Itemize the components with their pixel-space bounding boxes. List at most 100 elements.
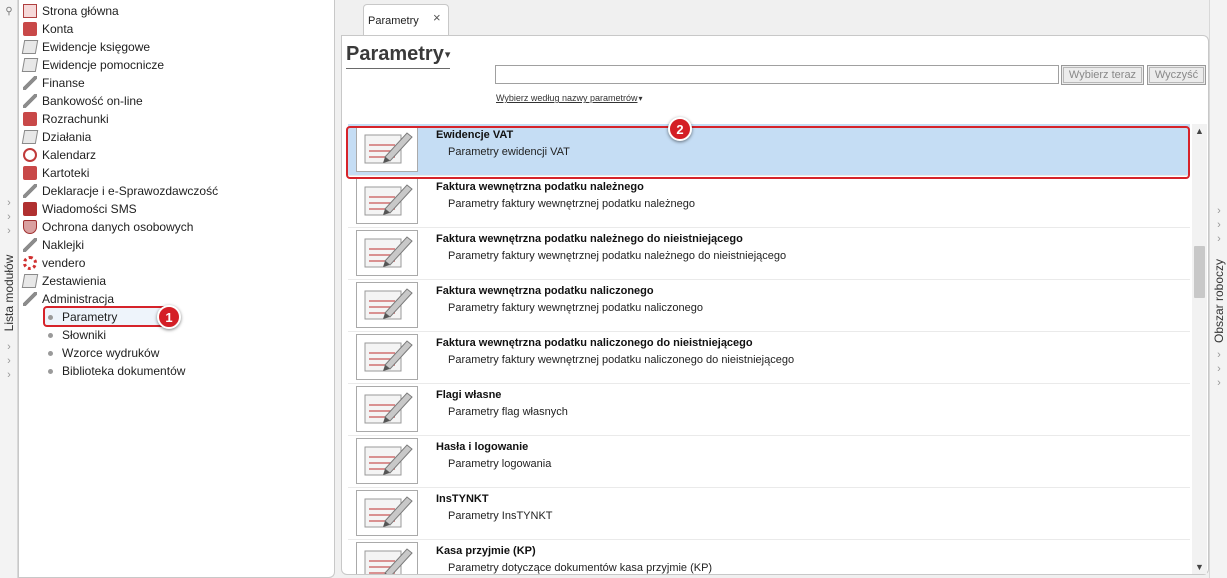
- module-item-declarations[interactable]: Deklaracje i e-Sprawozdawczość: [23, 182, 218, 200]
- bank-icon: [23, 94, 37, 108]
- module-item-records[interactable]: Kartoteki: [23, 164, 89, 182]
- step-badge-1: 1: [157, 305, 181, 329]
- module-tree: Strona główna Konta Ewidencje księgowe E…: [18, 0, 335, 578]
- parameters-edit-icon: [356, 282, 418, 328]
- chevron-right-icon: ›: [1217, 363, 1221, 375]
- module-item-home[interactable]: Strona główna: [23, 2, 119, 20]
- pin-icon[interactable]: ⚲: [3, 6, 15, 18]
- parameter-description: Parametry faktury wewnętrznej podatku na…: [448, 250, 787, 262]
- parameter-row[interactable]: Faktura wewnętrzna podatku naliczonego d…: [348, 332, 1190, 384]
- parameter-row[interactable]: Faktura wewnętrzna podatku należnego Para…: [348, 176, 1190, 228]
- module-item-accounts[interactable]: Konta: [23, 20, 73, 38]
- module-item-vendero[interactable]: vendero: [23, 254, 85, 272]
- chevron-right-icon: ›: [1217, 233, 1221, 245]
- parameter-row[interactable]: Faktura wewnętrzna podatku naliczonego Pa…: [348, 280, 1190, 332]
- chevron-down-icon: ▾: [444, 49, 451, 62]
- close-icon[interactable]: ×: [433, 10, 441, 25]
- calendar-icon: [23, 148, 37, 162]
- sub-item-print-templates[interactable]: Wzorce wydruków: [45, 344, 159, 362]
- parameter-title: Faktura wewnętrzna podatku należnego do …: [436, 233, 743, 245]
- sticker-icon: [23, 238, 37, 252]
- sub-item-parameters[interactable]: Parametry: [45, 308, 117, 326]
- parameter-description: Parametry faktury wewnętrznej podatku na…: [448, 354, 795, 366]
- vendero-icon: [23, 256, 37, 270]
- tab-parameters[interactable]: Parametry ×: [363, 4, 449, 36]
- module-item-reports[interactable]: Zestawienia: [21, 272, 106, 290]
- parameter-row[interactable]: Ewidencje VAT Parametry ewidencji VAT: [348, 124, 1190, 176]
- declarations-icon: [23, 184, 37, 198]
- chevron-right-icon: ›: [7, 225, 11, 237]
- parameter-row[interactable]: Flagi własne Parametry flag własnych: [348, 384, 1190, 436]
- module-item-sms[interactable]: Wiadomości SMS: [23, 200, 137, 218]
- sub-item-dictionaries[interactable]: Słowniki: [45, 326, 106, 344]
- parameters-edit-icon: [356, 230, 418, 276]
- chevron-right-icon: ›: [7, 211, 11, 223]
- parameters-edit-icon: [356, 438, 418, 484]
- main-area: Parametry × Parametry▾ Wybierz teraz Wyc…: [341, 0, 1209, 578]
- clear-button[interactable]: Wyczyść: [1147, 65, 1206, 85]
- module-item-stickers[interactable]: Naklejki: [23, 236, 84, 254]
- parameter-row[interactable]: InsTYNKT Parametry InsTYNKT: [348, 488, 1190, 540]
- parameter-title: Flagi własne: [436, 389, 502, 401]
- parameters-edit-icon: [356, 542, 418, 574]
- chevron-right-icon: ›: [7, 369, 11, 381]
- home-icon: [23, 4, 37, 18]
- parameters-list: Ewidencje VAT Parametry ewidencji VAT Fakt…: [348, 124, 1190, 574]
- page-title[interactable]: Parametry▾: [346, 43, 451, 69]
- parameter-description: Parametry flag własnych: [448, 406, 568, 418]
- scroll-up-icon[interactable]: ▲: [1192, 124, 1207, 138]
- parameter-row[interactable]: Kasa przyjmie (KP) Parametry dotyczące do…: [348, 540, 1190, 574]
- vertical-scrollbar[interactable]: ▲ ▼: [1192, 124, 1207, 574]
- select-now-button[interactable]: Wybierz teraz: [1061, 65, 1144, 85]
- parameter-description: Parametry logowania: [448, 458, 552, 470]
- module-item-data-protection[interactable]: Ochrona danych osobowych: [23, 218, 193, 236]
- reports-icon: [21, 274, 39, 288]
- scroll-down-icon[interactable]: ▼: [1192, 560, 1207, 574]
- workspace-strip[interactable]: › › › Obszar roboczy › › ›: [1209, 0, 1227, 578]
- parameter-description: Parametry ewidencji VAT: [448, 146, 570, 158]
- accounts-icon: [23, 22, 37, 36]
- parameters-edit-icon: [356, 126, 418, 172]
- bullet-icon: [48, 314, 53, 320]
- chevron-right-icon: ›: [1217, 349, 1221, 361]
- chevron-right-icon: ›: [7, 197, 11, 209]
- module-item-finance[interactable]: Finanse: [23, 74, 85, 92]
- workspace-label[interactable]: Obszar roboczy: [1211, 246, 1227, 356]
- shield-icon: [23, 220, 37, 234]
- content-panel: Parametry▾ Wybierz teraz Wyczyść Wybierz…: [341, 35, 1209, 575]
- module-item-ledgers[interactable]: Ewidencje księgowe: [21, 38, 150, 56]
- filter-mode-dropdown[interactable]: Wybierz według nazwy parametrów▾: [496, 93, 643, 103]
- parameter-description: Parametry dotyczące dokumentów kasa przy…: [448, 562, 713, 574]
- chevron-right-icon: ›: [7, 355, 11, 367]
- module-item-calendar[interactable]: Kalendarz: [23, 146, 96, 164]
- ledger-icon: [21, 40, 39, 54]
- sub-item-document-library[interactable]: Biblioteka dokumentów: [45, 362, 185, 380]
- chevron-right-icon: ›: [1217, 205, 1221, 217]
- parameter-title: Ewidencje VAT: [436, 129, 514, 141]
- parameter-row[interactable]: Hasła i logowanie Parametry logowania: [348, 436, 1190, 488]
- parameter-description: Parametry InsTYNKT: [448, 510, 553, 522]
- chevron-right-icon: ›: [7, 341, 11, 353]
- module-list-label[interactable]: Lista modułów: [1, 248, 17, 338]
- admin-icon: [23, 292, 37, 306]
- scrollbar-thumb[interactable]: [1194, 246, 1205, 298]
- module-item-settlements[interactable]: Rozrachunki: [23, 110, 109, 128]
- parameter-title: Hasła i logowanie: [436, 441, 529, 453]
- finance-icon: [23, 76, 37, 90]
- parameters-edit-icon: [356, 386, 418, 432]
- parameter-title: Faktura wewnętrzna podatku należnego: [436, 181, 644, 193]
- chevron-down-icon: ▾: [638, 94, 643, 103]
- module-item-aux-ledgers[interactable]: Ewidencje pomocnicze: [21, 56, 164, 74]
- search-input[interactable]: [495, 65, 1059, 84]
- parameter-row[interactable]: Faktura wewnętrzna podatku należnego do …: [348, 228, 1190, 280]
- actions-icon: [21, 130, 39, 144]
- sms-icon: [23, 202, 37, 216]
- records-icon: [23, 166, 37, 180]
- parameter-title: Faktura wewnętrzna podatku naliczonego d…: [436, 337, 753, 349]
- parameter-description: Parametry faktury wewnętrznej podatku na…: [448, 302, 703, 314]
- module-list-strip[interactable]: ⚲ › › › Lista modułów › › ›: [0, 0, 18, 578]
- chevron-right-icon: ›: [1217, 377, 1221, 389]
- module-item-online-banking[interactable]: Bankowość on-line: [23, 92, 143, 110]
- module-item-actions[interactable]: Działania: [21, 128, 91, 146]
- chevron-right-icon: ›: [1217, 219, 1221, 231]
